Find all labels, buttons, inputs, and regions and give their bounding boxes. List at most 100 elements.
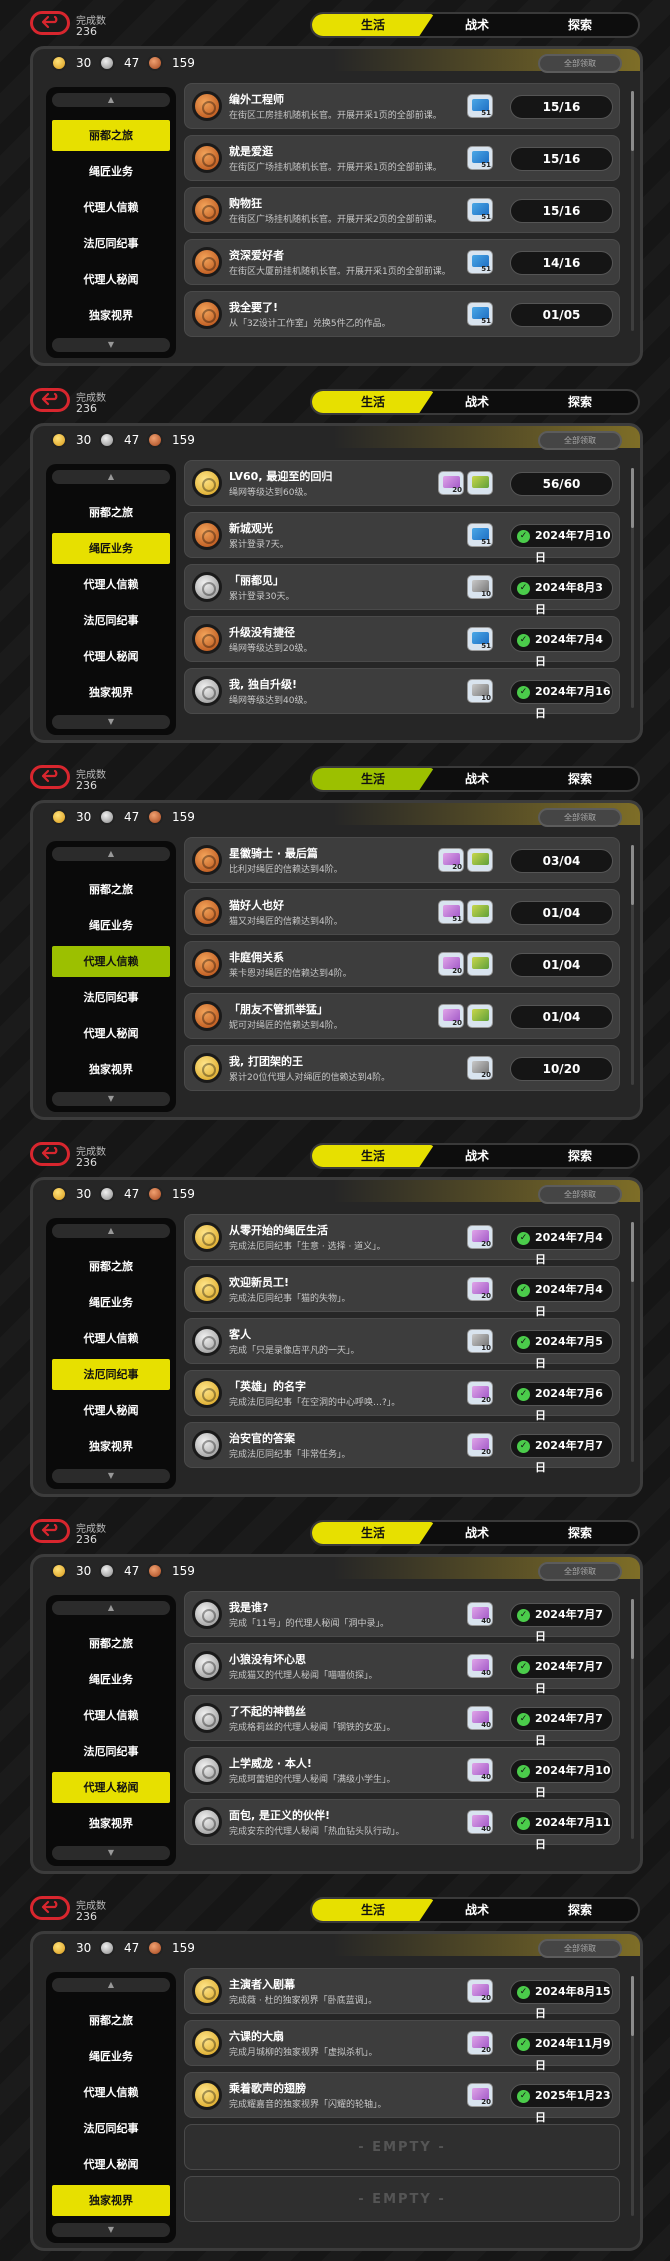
sidebar-item[interactable]: 绳匠业务 (52, 1664, 170, 1695)
list-scrollbar[interactable] (631, 91, 634, 331)
sidebar-scroll-up-icon[interactable]: ▲ (52, 1978, 170, 1992)
achievement-row[interactable]: 我, 独自升级! 绳网等级达到40级。 10 ✓ 2024年7月16日 (184, 668, 620, 720)
sidebar-scroll-up-icon[interactable]: ▲ (52, 1601, 170, 1615)
sidebar-item[interactable]: 代理人信赖 (52, 2077, 170, 2108)
sidebar-item[interactable]: 代理人信赖 (52, 946, 170, 977)
tab-tactics[interactable]: 战术 (432, 391, 522, 413)
tab-life[interactable]: 生活 (312, 14, 434, 36)
sidebar-item[interactable]: 绳匠业务 (52, 533, 170, 564)
reward-item-icon[interactable] (467, 900, 493, 924)
sidebar-scroll-up-icon[interactable]: ▲ (52, 470, 170, 484)
reward-polychrome-icon[interactable]: 51 (438, 900, 464, 924)
sidebar-item[interactable]: 代理人秘闻 (52, 1018, 170, 1049)
back-arrow-icon[interactable] (41, 1145, 59, 1164)
achievement-row[interactable]: 我全要了! 从「3Z设计工作室」兑换5件乙的作品。 51 01/05 (184, 291, 620, 337)
claim-all-button[interactable]: 全部领取 (538, 54, 622, 73)
list-scrollbar[interactable] (631, 845, 634, 1085)
sidebar-scroll-down-icon[interactable]: ▼ (52, 1469, 170, 1483)
reward-polychrome-icon[interactable]: 40 (467, 1706, 493, 1730)
reward-polychrome-icon[interactable]: 51 (467, 198, 493, 222)
back-button[interactable] (30, 388, 70, 412)
tab-tactics[interactable]: 战术 (432, 1899, 522, 1921)
list-scrollbar[interactable] (631, 1976, 634, 2216)
tab-explore[interactable]: 探索 (522, 1522, 638, 1544)
reward-polychrome-icon[interactable]: 10 (467, 679, 493, 703)
achievement-row[interactable]: 我是谁? 完成「11号」的代理人秘闻「洞中录」。 40 ✓ 2024年7月7日 (184, 1591, 620, 1643)
achievement-row[interactable]: 编外工程师 在街区工房挂机随机长官。开展开采1页的全部前课。 51 15/16 (184, 83, 620, 129)
achievement-row[interactable]: 购物狂 在街区广场挂机随机长官。开展开采2页的全部前课。 51 15/16 (184, 187, 620, 233)
tab-explore[interactable]: 探索 (522, 1145, 638, 1167)
reward-polychrome-icon[interactable]: 20 (467, 1225, 493, 1249)
sidebar-scroll-down-icon[interactable]: ▼ (52, 1846, 170, 1860)
reward-polychrome-icon[interactable]: 40 (467, 1758, 493, 1782)
reward-polychrome-icon[interactable]: 20 (467, 2031, 493, 2055)
achievement-row[interactable]: - EMPTY - (184, 2124, 620, 2170)
reward-polychrome-icon[interactable]: 51 (467, 250, 493, 274)
reward-polychrome-icon[interactable]: 20 (438, 952, 464, 976)
reward-polychrome-icon[interactable]: 10 (467, 575, 493, 599)
sidebar-item[interactable]: 代理人秘闻 (52, 2149, 170, 2180)
tab-life[interactable]: 生活 (312, 1522, 434, 1544)
sidebar-item[interactable]: 绳匠业务 (52, 2041, 170, 2072)
sidebar-item[interactable]: 独家视界 (52, 1054, 170, 1085)
achievement-row[interactable]: 星徽骑士 · 最后篇 比利对绳匠的信赖达到4阶。 20 03/04 (184, 837, 620, 883)
achievement-row[interactable]: 六课的大扇 完成月城柳的独家视界「虚拟杀机」。 20 ✓ 2024年11月9日 (184, 2020, 620, 2072)
achievement-row[interactable]: LV60, 最迎至的回归 绳网等级达到60级。 20 56/60 (184, 460, 620, 506)
claim-all-button[interactable]: 全部领取 (538, 1939, 622, 1958)
achievement-row[interactable]: 猫好人也好 猫又对绳匠的信赖达到4阶。 51 01/04 (184, 889, 620, 935)
reward-polychrome-icon[interactable]: 20 (467, 1056, 493, 1080)
sidebar-item[interactable]: 丽都之旅 (52, 2005, 170, 2036)
reward-item-icon[interactable] (467, 848, 493, 872)
sidebar-scroll-up-icon[interactable]: ▲ (52, 1224, 170, 1238)
reward-polychrome-icon[interactable]: 40 (467, 1654, 493, 1678)
back-arrow-icon[interactable] (41, 1522, 59, 1541)
back-button[interactable] (30, 1142, 70, 1166)
list-scrollbar[interactable] (631, 1599, 634, 1839)
back-button[interactable] (30, 1896, 70, 1920)
sidebar-item[interactable]: 丽都之旅 (52, 120, 170, 151)
tab-life[interactable]: 生活 (312, 1899, 434, 1921)
claim-all-button[interactable]: 全部领取 (538, 808, 622, 827)
reward-polychrome-icon[interactable]: 51 (467, 94, 493, 118)
claim-all-button[interactable]: 全部领取 (538, 1562, 622, 1581)
sidebar-scroll-down-icon[interactable]: ▼ (52, 715, 170, 729)
tab-life[interactable]: 生活 (312, 768, 434, 790)
sidebar-item[interactable]: 代理人秘闻 (52, 264, 170, 295)
sidebar-item[interactable]: 法厄同纪事 (52, 1359, 170, 1390)
achievement-row[interactable]: 面包, 是正义的伙伴! 完成安东的代理人秘闻「热血钻头队行动」。 40 ✓ 2024年7… (184, 1799, 620, 1851)
tab-explore[interactable]: 探索 (522, 1899, 638, 1921)
achievement-row[interactable]: 「朋友不管抓举猛」 妮可对绳匠的信赖达到4阶。 20 01/04 (184, 993, 620, 1039)
reward-polychrome-icon[interactable]: 20 (467, 1381, 493, 1405)
achievement-row[interactable]: 从零开始的绳匠生活 完成法厄同纪事「生意 · 选择 · 道义」。 20 ✓ 2024年7… (184, 1214, 620, 1266)
claim-all-button[interactable]: 全部领取 (538, 431, 622, 450)
back-arrow-icon[interactable] (41, 391, 59, 410)
sidebar-scroll-down-icon[interactable]: ▼ (52, 338, 170, 352)
back-arrow-icon[interactable] (41, 1899, 59, 1918)
achievement-row[interactable]: - EMPTY - (184, 2176, 620, 2222)
reward-polychrome-icon[interactable]: 20 (467, 2083, 493, 2107)
sidebar-item[interactable]: 独家视界 (52, 300, 170, 331)
tab-tactics[interactable]: 战术 (432, 768, 522, 790)
sidebar-item[interactable]: 代理人信赖 (52, 1323, 170, 1354)
sidebar-item[interactable]: 法厄同纪事 (52, 228, 170, 259)
achievement-row[interactable]: 主演者入剧幕 完成薇 · 杜的独家视界「卧底蓝调」。 20 ✓ 2024年8月15日 (184, 1968, 620, 2020)
tab-explore[interactable]: 探索 (522, 768, 638, 790)
achievement-row[interactable]: 「丽都见」 累计登录30天。 10 ✓ 2024年8月3日 (184, 564, 620, 616)
sidebar-item[interactable]: 独家视界 (52, 677, 170, 708)
sidebar-item[interactable]: 法厄同纪事 (52, 605, 170, 636)
sidebar-scroll-down-icon[interactable]: ▼ (52, 1092, 170, 1106)
achievement-row[interactable]: 了不起的神鹤丝 完成格莉丝的代理人秘闻「钢铁的女巫」。 40 ✓ 2024年7月7日 (184, 1695, 620, 1747)
back-button[interactable] (30, 11, 70, 35)
achievement-row[interactable]: 欢迎新员工! 完成法厄同纪事「猫的失物」。 20 ✓ 2024年7月4日 (184, 1266, 620, 1318)
back-button[interactable] (30, 765, 70, 789)
sidebar-item[interactable]: 法厄同纪事 (52, 2113, 170, 2144)
reward-polychrome-icon[interactable]: 51 (467, 302, 493, 326)
achievement-row[interactable]: 资深爱好者 在街区大厦前挂机随机长官。开展开采1页的全部前课。 51 14/16 (184, 239, 620, 285)
reward-polychrome-icon[interactable]: 10 (467, 1329, 493, 1353)
tab-tactics[interactable]: 战术 (432, 1145, 522, 1167)
list-scrollbar[interactable] (631, 468, 634, 708)
reward-polychrome-icon[interactable]: 51 (467, 146, 493, 170)
achievement-row[interactable]: 非庭佣关系 莱卡恩对绳匠的信赖达到4阶。 20 01/04 (184, 941, 620, 987)
claim-all-button[interactable]: 全部领取 (538, 1185, 622, 1204)
sidebar-item[interactable]: 代理人信赖 (52, 1700, 170, 1731)
